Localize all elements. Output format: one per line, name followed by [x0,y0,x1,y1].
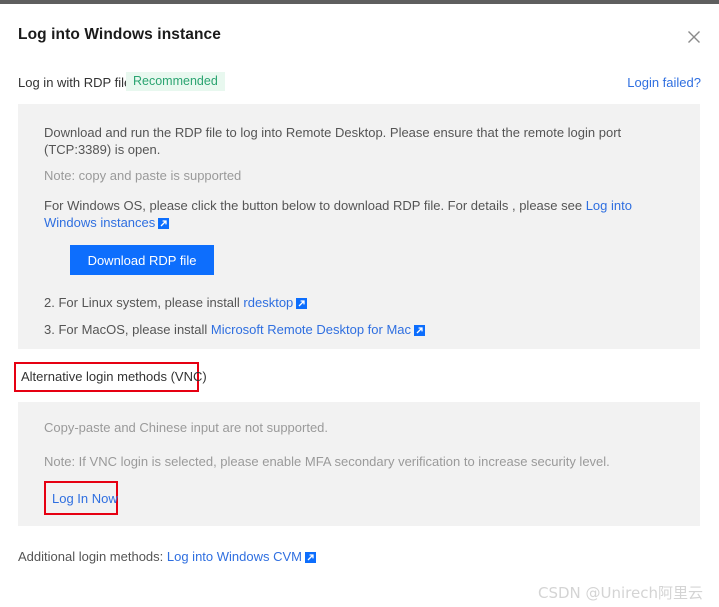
close-icon[interactable] [683,26,705,48]
rdp-macos-instruction: 3. For MacOS, please install Microsoft R… [44,321,426,338]
vnc-instructions-panel: Copy-paste and Chinese input are not sup… [18,402,700,526]
vnc-no-copy-paste-note: Copy-paste and Chinese input are not sup… [44,420,329,435]
additional-login-methods: Additional login methods: Log into Windo… [18,549,316,564]
rdesktop-link[interactable]: rdesktop [243,295,293,310]
status-badge: Recommended [126,72,225,91]
external-link-icon [158,216,170,229]
login-failed-link[interactable]: Login failed? [627,75,701,90]
rdp-intro-text: Download and run the RDP file to log int… [44,125,622,157]
external-link-icon [296,296,308,309]
rdp-instructions-panel: Download and run the RDP file to log int… [18,104,700,349]
vnc-section-header: Alternative login methods (VNC) [0,362,719,392]
rdp-copy-paste-note: Note: copy and paste is supported [44,168,242,183]
rdp-linux-prefix: 2. For Linux system, please install [44,295,244,310]
vnc-mfa-note: Note: If VNC login is selected, please e… [44,454,610,469]
vnc-section-label: Alternative login methods (VNC) [21,369,207,384]
external-link-icon [305,551,316,563]
external-link-icon [414,323,426,336]
microsoft-remote-desktop-mac-link[interactable]: Microsoft Remote Desktop for Mac [211,322,411,337]
log-in-now-button[interactable]: Log In Now [52,491,118,506]
rdp-windows-instruction: For Windows OS, please click the button … [44,197,674,231]
rdp-section-label: Log in with RDP file [18,75,132,90]
footer-prefix: Additional login methods: [18,549,167,564]
rdp-section-header: Log in with RDP file Recommended Login f… [0,72,719,96]
dialog-header: Log into Windows instance [0,4,719,56]
rdp-macos-prefix: 3. For MacOS, please install [44,322,211,337]
watermark: CSDN @Unirech阿里云 [537,584,703,602]
log-into-windows-cvm-link[interactable]: Log into Windows CVM [167,549,302,564]
page-title: Log into Windows instance [18,26,221,43]
download-rdp-file-button[interactable]: Download RDP file [70,245,214,275]
login-dialog: Log into Windows instance Log in with RD… [0,4,719,607]
rdp-linux-instruction: 2. For Linux system, please install rdes… [44,294,308,311]
rdp-windows-prefix: For Windows OS, please click the button … [44,198,586,213]
